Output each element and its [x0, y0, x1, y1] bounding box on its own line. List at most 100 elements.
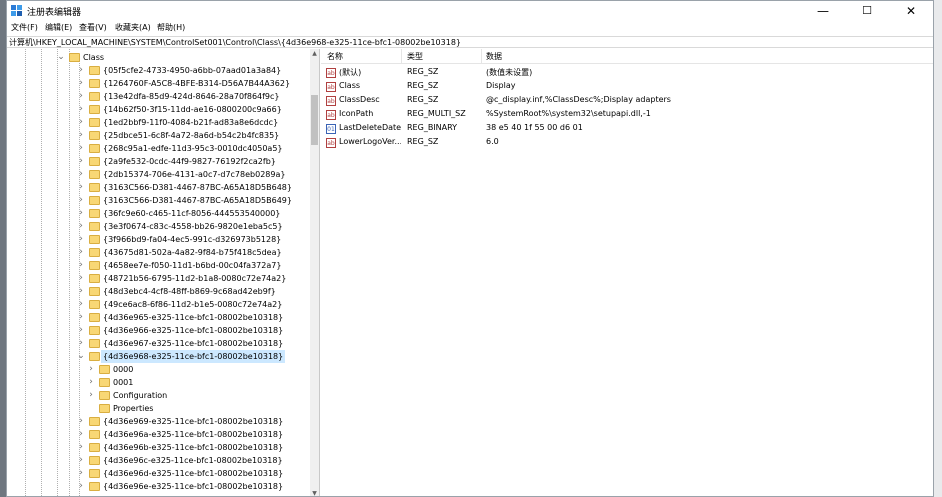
tree-item[interactable]: › {48d3ebc4-4cf8-48ff-b869-9c68ad42eb9f}	[7, 285, 307, 298]
expanded-chevron-icon[interactable]: ⌄	[57, 51, 65, 64]
collapsed-chevron-icon[interactable]: ›	[77, 142, 85, 155]
scroll-down-arrow-icon[interactable]: ▼	[310, 489, 319, 496]
collapsed-chevron-icon[interactable]: ›	[77, 194, 85, 207]
collapsed-chevron-icon[interactable]: ›	[77, 168, 85, 181]
value-row[interactable]: ab ClassDesc REG_SZ @c_display.inf,%ClassDe…	[321, 94, 933, 108]
header-type[interactable]: 类型	[407, 51, 423, 62]
tree-item[interactable]: › {4d36e966-e325-11ce-bfc1-08002be10318}	[7, 324, 307, 337]
collapsed-chevron-icon[interactable]: ›	[77, 428, 85, 441]
tree-scrollbar[interactable]: ▲ ▼	[310, 49, 319, 496]
tree-item[interactable]: › {1264760F-A5C8-4BFE-B314-D56A7B44A362}	[7, 77, 307, 90]
string-value-icon: ab	[326, 138, 336, 148]
value-row[interactable]: ab IconPath REG_MULTI_SZ %SystemRoot%\syste…	[321, 108, 933, 122]
header-data[interactable]: 数据	[486, 51, 502, 62]
tree-item-label: {36fc9e60-c465-11cf-8056-444553540000}	[103, 209, 281, 218]
tree-child-item[interactable]: › Configuration	[7, 389, 307, 402]
collapsed-chevron-icon[interactable]: ›	[77, 324, 85, 337]
tree-scrollbar-thumb[interactable]	[311, 95, 318, 145]
tree-item[interactable]: › {13e42dfa-85d9-424d-8646-28a70f864f9c}	[7, 90, 307, 103]
tree-item[interactable]: › {2a9fe532-0cdc-44f9-9827-76192f2ca2fb}	[7, 155, 307, 168]
registry-app-icon	[11, 5, 22, 16]
tree-item[interactable]: › {2db15374-706e-4131-a0c7-d7c78eb0289a}	[7, 168, 307, 181]
tree-item[interactable]: › {25dbce51-6c8f-4a72-8a6d-b54c2b4fc835}	[7, 129, 307, 142]
maximize-button[interactable]: ☐	[845, 1, 889, 21]
tree-item[interactable]: › {4658ee7e-f050-11d1-b6bd-00c04fa372a7}	[7, 259, 307, 272]
tree-item[interactable]: › {268c95a1-edfe-11d3-95c3-0010dc4050a5}	[7, 142, 307, 155]
tree-item[interactable]: › {3f966bd9-fa04-4ec5-991c-d326973b5128}	[7, 233, 307, 246]
tree-item[interactable]: › {3163C566-D381-4467-87BC-A65A18D5B649}	[7, 194, 307, 207]
header-separator[interactable]	[481, 49, 482, 63]
folder-icon	[89, 118, 100, 127]
collapsed-chevron-icon[interactable]: ›	[77, 246, 85, 259]
tree-item[interactable]: › {14b62f50-3f15-11dd-ae16-0800200c9a66}	[7, 103, 307, 116]
folder-icon	[89, 326, 100, 335]
tree-item[interactable]: › {3e3f0674-c83c-4558-bb26-9820e1eba5c5}	[7, 220, 307, 233]
address-bar[interactable]: 计算机\HKEY_LOCAL_MACHINE\SYSTEM\ControlSet…	[7, 36, 933, 48]
tree-item-label: {1264760F-A5C8-4BFE-B314-D56A7B44A362}	[103, 79, 291, 88]
collapsed-chevron-icon[interactable]: ›	[77, 129, 85, 142]
folder-icon	[69, 53, 80, 62]
tree-item[interactable]: › {3163C566-D381-4467-87BC-A65A18D5B648}	[7, 181, 307, 194]
tree-item[interactable]: › {49ce6ac8-6f86-11d2-b1e5-0080c72e74a2}	[7, 298, 307, 311]
tree-item[interactable]: › {4d36e96c-e325-11ce-bfc1-08002be10318}	[7, 454, 307, 467]
collapsed-chevron-icon[interactable]: ›	[77, 233, 85, 246]
scroll-up-arrow-icon[interactable]: ▲	[310, 49, 319, 58]
value-row[interactable]: ab LowerLogoVer... REG_SZ 6.0	[321, 136, 933, 150]
collapsed-chevron-icon[interactable]: ›	[87, 363, 95, 376]
tree-item[interactable]: › {4d36e96d-e325-11ce-bfc1-08002be10318}	[7, 467, 307, 480]
tree-item[interactable]: › {4d36e965-e325-11ce-bfc1-08002be10318}	[7, 311, 307, 324]
tree-item[interactable]: › {4d36e96e-e325-11ce-bfc1-08002be10318}	[7, 480, 307, 493]
menu-view[interactable]: 查看(V)	[79, 22, 107, 33]
collapsed-chevron-icon[interactable]: ›	[77, 337, 85, 350]
menu-favorites[interactable]: 收藏夹(A)	[115, 22, 151, 33]
minimize-button[interactable]: —	[801, 1, 845, 21]
collapsed-chevron-icon[interactable]: ›	[77, 103, 85, 116]
collapsed-chevron-icon[interactable]: ›	[77, 467, 85, 480]
collapsed-chevron-icon[interactable]: ›	[77, 415, 85, 428]
tree-item[interactable]: ⌄ Class	[7, 51, 307, 64]
collapsed-chevron-icon[interactable]: ›	[77, 64, 85, 77]
close-button[interactable]: ✕	[889, 1, 933, 21]
header-separator[interactable]	[401, 49, 402, 63]
collapsed-chevron-icon[interactable]: ›	[77, 207, 85, 220]
collapsed-chevron-icon[interactable]: ›	[77, 272, 85, 285]
collapsed-chevron-icon[interactable]: ›	[77, 480, 85, 493]
tree-child-item[interactable]: › 0000	[7, 363, 307, 376]
header-name[interactable]: 名称	[327, 51, 343, 62]
tree-item[interactable]: › {4d36e967-e325-11ce-bfc1-08002be10318}	[7, 337, 307, 350]
tree-item[interactable]: › {43675d81-502a-4a82-9f84-b75f418c5dea}	[7, 246, 307, 259]
menu-help[interactable]: 帮助(H)	[157, 22, 185, 33]
value-row[interactable]: 01 LastDeleteDate REG_BINARY 38 e5 40 1f 55…	[321, 122, 933, 136]
tree-item[interactable]: › {4d36e969-e325-11ce-bfc1-08002be10318}	[7, 415, 307, 428]
collapsed-chevron-icon[interactable]: ›	[77, 90, 85, 103]
tree-item[interactable]: › {48721b56-6795-11d2-b1a8-0080c72e74a2}	[7, 272, 307, 285]
tree-item[interactable]: › {4d36e96b-e325-11ce-bfc1-08002be10318}	[7, 441, 307, 454]
collapsed-chevron-icon[interactable]: ›	[77, 259, 85, 272]
collapsed-chevron-icon[interactable]: ›	[77, 155, 85, 168]
menu-file[interactable]: 文件(F)	[11, 22, 38, 33]
menu-edit[interactable]: 编辑(E)	[45, 22, 72, 33]
tree-item[interactable]: ⌄ {4d36e968-e325-11ce-bfc1-08002be10318}	[7, 350, 307, 363]
value-row[interactable]: ab (默认) REG_SZ (数值未设置)	[321, 66, 933, 80]
tree-child-item[interactable]: › 0001	[7, 376, 307, 389]
collapsed-chevron-icon[interactable]: ›	[87, 376, 95, 389]
collapsed-chevron-icon[interactable]: ›	[87, 389, 95, 402]
collapsed-chevron-icon[interactable]: ›	[77, 441, 85, 454]
collapsed-chevron-icon[interactable]: ›	[77, 181, 85, 194]
value-row[interactable]: ab Class REG_SZ Display	[321, 80, 933, 94]
collapsed-chevron-icon[interactable]: ›	[77, 285, 85, 298]
collapsed-chevron-icon[interactable]: ›	[77, 454, 85, 467]
collapsed-chevron-icon[interactable]: ›	[77, 298, 85, 311]
collapsed-chevron-icon[interactable]: ›	[77, 77, 85, 90]
collapsed-chevron-icon[interactable]: ›	[77, 220, 85, 233]
tree-item[interactable]: › {4d36e96a-e325-11ce-bfc1-08002be10318}	[7, 428, 307, 441]
tree-item[interactable]: › {36fc9e60-c465-11cf-8056-444553540000}	[7, 207, 307, 220]
expanded-chevron-icon[interactable]: ⌄	[77, 350, 85, 363]
tree-child-item[interactable]: Properties	[7, 402, 307, 415]
collapsed-chevron-icon[interactable]: ›	[77, 116, 85, 129]
tree-item[interactable]: › {05f5cfe2-4733-4950-a6bb-07aad01a3a84}	[7, 64, 307, 77]
tree-item-label: {25dbce51-6c8f-4a72-8a6d-b54c2b4fc835}	[103, 131, 280, 140]
string-value-icon: ab	[326, 82, 336, 92]
tree-item[interactable]: › {1ed2bbf9-11f0-4084-b21f-ad83a8e6dcdc}	[7, 116, 307, 129]
collapsed-chevron-icon[interactable]: ›	[77, 311, 85, 324]
